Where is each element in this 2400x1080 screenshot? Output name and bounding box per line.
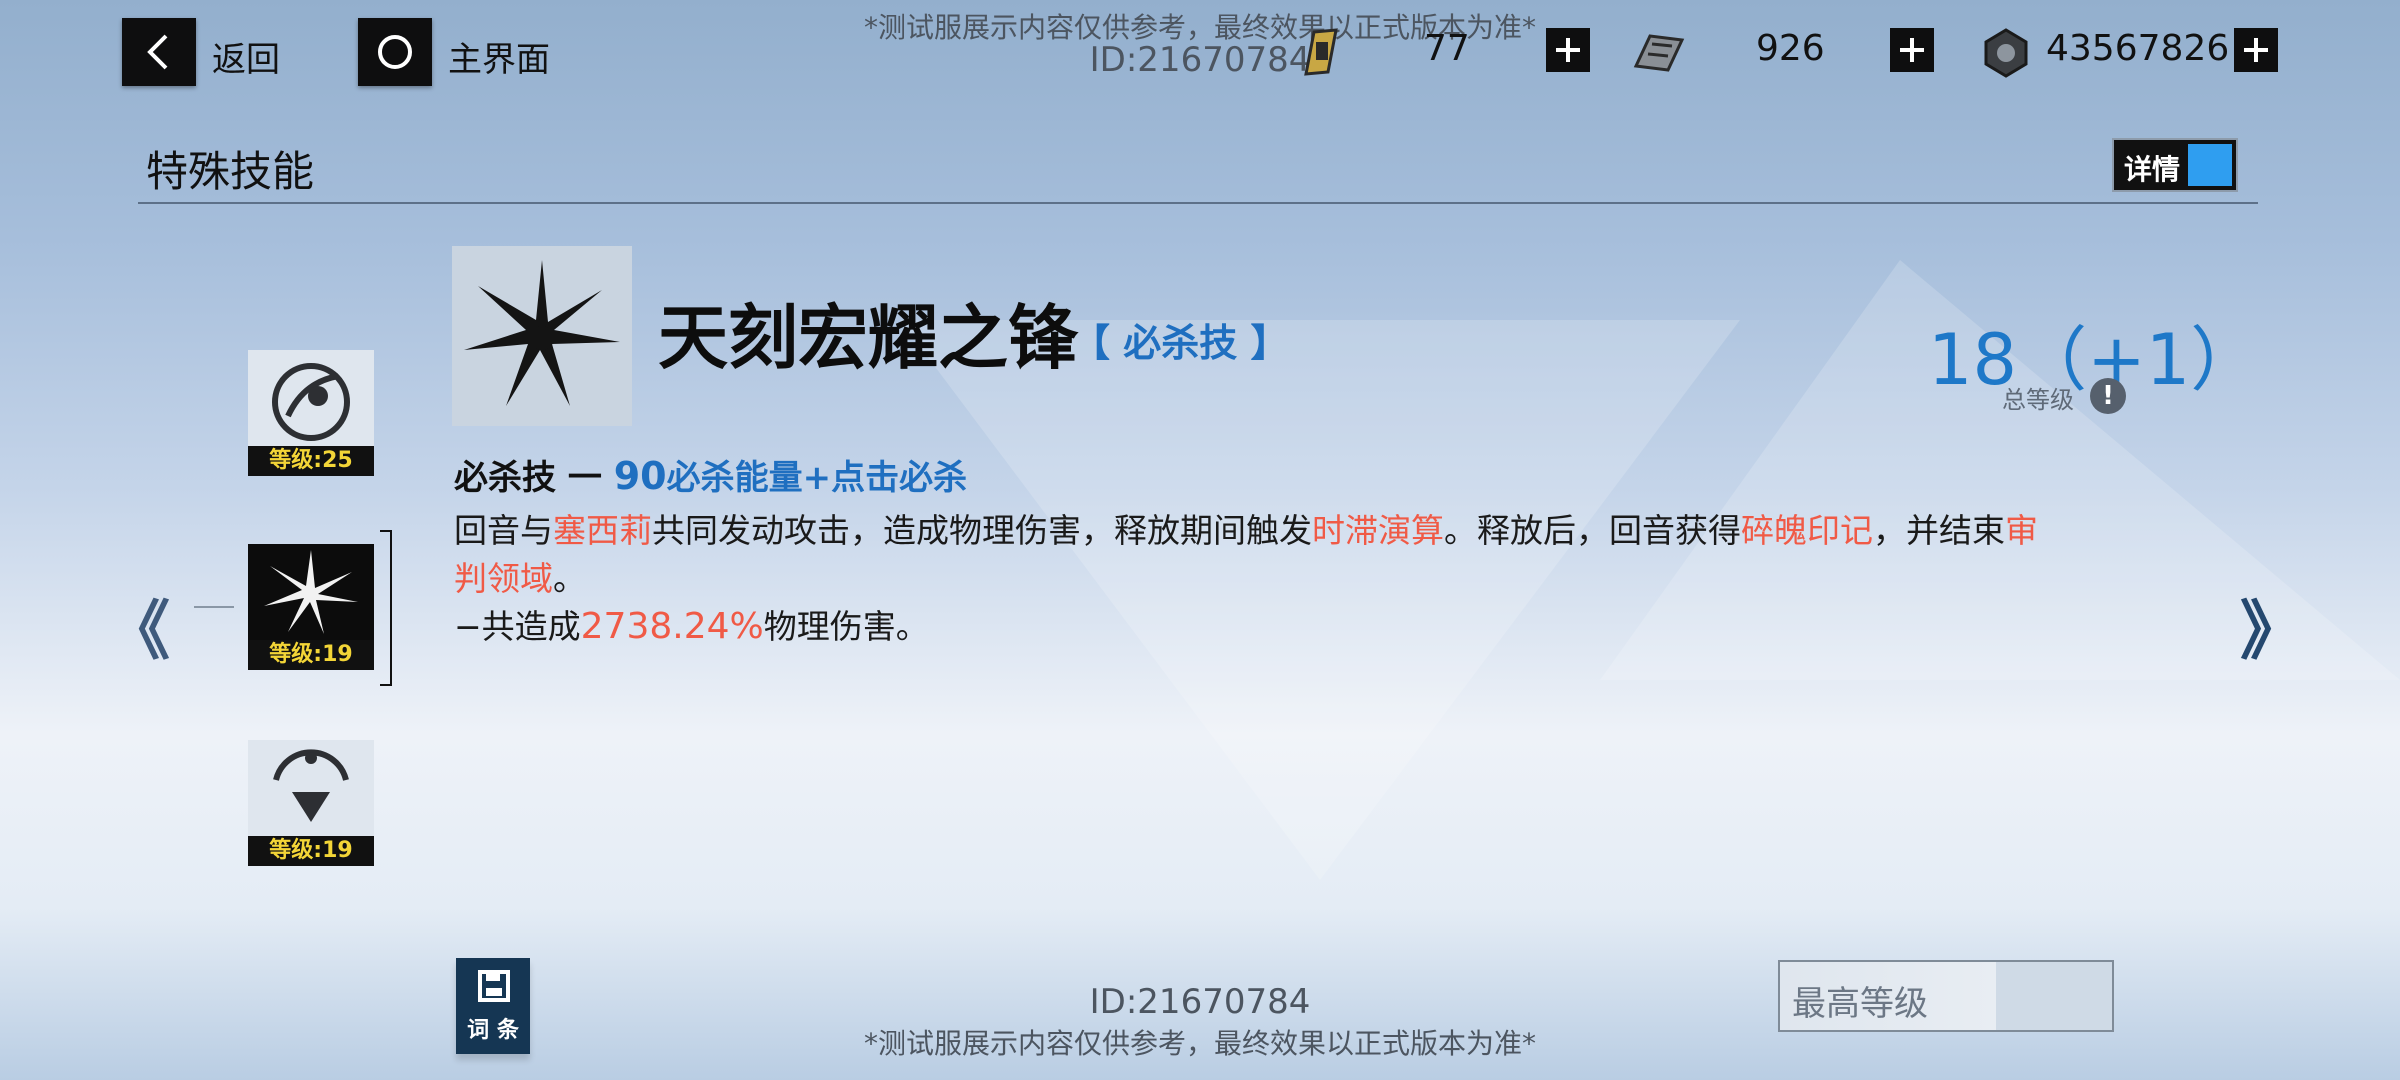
hex-nut-icon — [1978, 22, 2034, 82]
skill-emblem-triangle-icon — [273, 749, 349, 822]
detail-toggle[interactable]: 详情 — [2112, 138, 2238, 192]
resource-value-nut: 43567826 — [2046, 28, 2230, 69]
skill-cost-heading: 必杀技 一 90必杀能量+点击必杀 — [454, 450, 967, 499]
skill-level-3: 等级:19 — [248, 836, 374, 866]
data-chip-icon — [1630, 22, 1686, 82]
desc-keyword: 时滞演算 — [1312, 511, 1444, 550]
selection-connector — [194, 606, 234, 608]
skill-description-line-3: −共造成2738.24%物理伤害。 — [454, 600, 929, 648]
skill-slot-1[interactable]: 等级:25 — [248, 350, 374, 476]
skill-emblem-starburst-icon — [264, 550, 358, 634]
desc-text: 共同发动攻击，造成物理伤害，释放期间触发 — [652, 511, 1312, 550]
section-title: 特殊技能 — [146, 147, 315, 196]
desc-text: ，并结束 — [1873, 511, 2005, 550]
previous-arrow-icon[interactable]: 《 — [106, 580, 170, 672]
max-level-label: 最高等级 — [1792, 984, 1928, 1024]
resource-value-fuel: 77 — [1424, 28, 1470, 69]
background-shard — [900, 320, 1740, 880]
desc-keyword: 判领域 — [454, 559, 553, 598]
desc-text: 。释放后，回音获得 — [1444, 511, 1741, 550]
selection-bracket — [380, 530, 392, 686]
skill-level-1: 等级:25 — [248, 446, 374, 476]
user-id-top: ID:21670784 — [1089, 40, 1311, 80]
selected-skill-icon — [452, 246, 632, 426]
skill-emblem-starburst-icon — [464, 260, 620, 406]
damage-percent: 2738.24% — [580, 606, 764, 647]
desc-text: 。 — [553, 559, 586, 598]
skill-cost-number: 90 — [613, 454, 667, 498]
skill-cost-prefix: 必杀技 一 — [454, 458, 614, 498]
section-divider — [138, 202, 2258, 204]
info-icon[interactable]: ! — [2090, 378, 2126, 414]
next-arrow-icon[interactable]: 》 — [2240, 580, 2304, 672]
desc-keyword: 塞西莉 — [553, 511, 652, 550]
add-nut-button[interactable] — [2234, 28, 2278, 72]
desc-keyword: 碎魄印记 — [1741, 511, 1873, 550]
skill-description-line-1: 回音与塞西莉共同发动攻击，造成物理伤害，释放期间触发时滞演算。释放后，回音获得碎… — [454, 504, 2038, 552]
skill-cost-rest: 必杀能量+点击必杀 — [666, 458, 968, 498]
add-fuel-button[interactable] — [1546, 28, 1590, 72]
resource-value-chip: 926 — [1756, 28, 1825, 69]
desc-keyword: 审 — [2005, 511, 2038, 550]
max-level-button[interactable]: 最高等级 — [1778, 960, 2114, 1032]
skill-type-tag: 【 必杀技 】 — [1072, 321, 1289, 365]
add-chip-button[interactable] — [1890, 28, 1934, 72]
skill-slot-2-selected[interactable]: 等级:19 — [248, 544, 374, 670]
total-level-label: 总等级 — [2002, 386, 2074, 414]
detail-toggle-label: 详情 — [2124, 153, 2181, 186]
skill-name: 天刻宏耀之锋 — [658, 297, 1078, 379]
desc-text: 回音与 — [454, 511, 553, 550]
skill-level-2: 等级:19 — [248, 640, 374, 670]
skill-emblem-ring-icon — [272, 363, 350, 441]
skill-description-line-2: 判领域。 — [454, 552, 586, 600]
desc-text: 物理伤害。 — [763, 607, 929, 646]
gold-fuel-icon — [1292, 22, 1348, 82]
detail-toggle-switch — [2188, 144, 2232, 186]
skill-slot-3[interactable]: 等级:19 — [248, 740, 374, 866]
desc-text: −共造成 — [454, 607, 581, 646]
